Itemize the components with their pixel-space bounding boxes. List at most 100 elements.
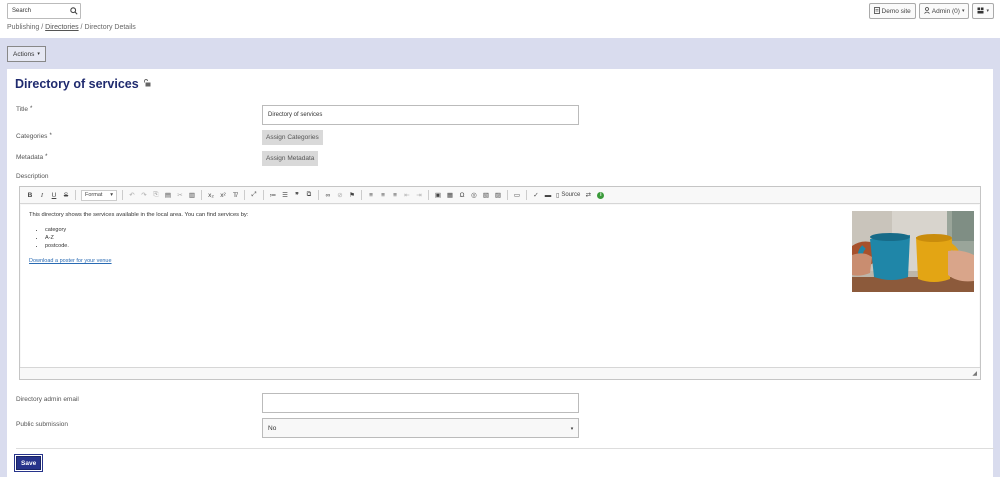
metadata-label: Metadata *: [16, 154, 47, 161]
subscript-icon[interactable]: x₂: [205, 189, 217, 202]
admin-menu-button[interactable]: Admin (0) ▾: [918, 3, 970, 19]
chevron-down-icon: ▾: [961, 8, 965, 14]
copy-icon[interactable]: ⎘: [150, 189, 162, 202]
rich-text-editor: B I U S Format ▾ ↶ ↷ ⎘ ▤ ✂ ▥ x₂ x² T̸ ⤢ ≔…: [19, 186, 981, 380]
app-menu-button[interactable]: ▾: [972, 3, 994, 19]
iframe-icon[interactable]: ◎: [468, 189, 480, 202]
source-button[interactable]: ▯ Source: [554, 189, 582, 202]
chevron-down-icon: ▾: [110, 192, 113, 198]
page-title: Directory of services: [15, 77, 151, 91]
lock-icon: [143, 79, 151, 89]
link-icon[interactable]: ∞: [322, 189, 334, 202]
align-right-icon[interactable]: ≡: [389, 189, 401, 202]
table-icon[interactable]: ▦: [444, 189, 456, 202]
save-button[interactable]: Save: [13, 454, 44, 472]
form-icon[interactable]: ▨: [492, 189, 504, 202]
demo-site-label: Demo site: [881, 7, 911, 15]
paste-text-icon[interactable]: ▥: [186, 189, 198, 202]
description-label: Description: [16, 173, 49, 180]
redo-icon[interactable]: ↷: [138, 189, 150, 202]
outdent-icon[interactable]: ⇤: [401, 189, 413, 202]
actions-button[interactable]: Actions ▾: [7, 46, 46, 62]
toolbar-separator: [361, 190, 362, 200]
demo-site-button[interactable]: Demo site: [868, 3, 916, 19]
title-label-text: Title: [16, 106, 29, 113]
align-left-icon[interactable]: ≡: [365, 189, 377, 202]
indent-icon[interactable]: ⇥: [413, 189, 425, 202]
paste-icon[interactable]: ▤: [162, 189, 174, 202]
align-center-icon[interactable]: ≡: [377, 189, 389, 202]
form-divider: [16, 448, 994, 449]
anchor-flag-icon[interactable]: ⚑: [346, 189, 358, 202]
source-label: Source: [561, 192, 581, 198]
bulleted-list-icon[interactable]: ☰: [279, 189, 291, 202]
toolbar-separator: [428, 190, 429, 200]
toolbar-separator: [122, 190, 123, 200]
admin-label: Admin (0): [931, 7, 960, 15]
categories-label: Categories *: [16, 133, 52, 140]
find-replace-icon[interactable]: ⇄: [582, 189, 594, 202]
horizontal-line-icon[interactable]: ▭: [511, 189, 523, 202]
blockquote-icon[interactable]: ❞: [291, 189, 303, 202]
maximize-icon[interactable]: ⤢: [248, 189, 260, 202]
chevron-down-icon: ▾: [986, 8, 989, 14]
document-icon: [873, 6, 880, 16]
strikethrough-button[interactable]: S: [60, 189, 72, 202]
search-icon[interactable]: [68, 4, 80, 18]
template-icon[interactable]: ▧: [480, 189, 492, 202]
title-input[interactable]: Directory of services: [262, 105, 579, 125]
title-label: Title *: [16, 106, 32, 113]
assign-categories-button[interactable]: Assign Categories: [262, 130, 323, 145]
unlink-icon[interactable]: ⊘: [334, 189, 346, 202]
toolbar-separator: [526, 190, 527, 200]
undo-icon[interactable]: ↶: [126, 189, 138, 202]
public-submission-value: No: [268, 424, 277, 432]
public-submission-select[interactable]: No ▾: [262, 418, 579, 438]
user-icon: [923, 6, 930, 16]
toolbar-separator: [75, 190, 76, 200]
required-marker: *: [49, 133, 52, 139]
search-box[interactable]: Search: [7, 3, 81, 19]
list-item: category: [45, 226, 69, 234]
editor-content-area[interactable]: This directory shows the services availa…: [21, 205, 979, 367]
list-item: A-Z: [45, 234, 69, 242]
editor-status-bar: ◢: [20, 367, 980, 379]
categories-label-text: Categories: [16, 133, 48, 140]
spellcheck-icon[interactable]: ✓: [530, 189, 542, 202]
editor-intro-text: This directory shows the services availa…: [29, 212, 249, 218]
toolbar-separator: [318, 190, 319, 200]
top-right-controls: Demo site Admin (0) ▾ ▾: [868, 3, 994, 19]
italic-button[interactable]: I: [36, 189, 48, 202]
breadcrumb-publishing: Publishing: [7, 24, 40, 31]
toolbar-separator: [263, 190, 264, 200]
info-icon[interactable]: i: [597, 191, 605, 199]
assign-metadata-button[interactable]: Assign Metadata: [262, 151, 319, 166]
directory-form-panel: Directory of services Title * Directory o…: [7, 69, 994, 477]
source-file-icon: ▯: [556, 192, 560, 199]
search-input[interactable]: Search: [8, 8, 68, 14]
remove-format-icon[interactable]: T̸: [229, 189, 241, 202]
special-char-icon[interactable]: Ω: [456, 189, 468, 202]
resize-handle-icon[interactable]: ◢: [972, 370, 977, 377]
cups-image: [852, 211, 974, 292]
breadcrumb-directories-link[interactable]: Directories: [45, 24, 78, 31]
underline-button[interactable]: U: [48, 189, 60, 202]
toolbar-separator: [507, 190, 508, 200]
numbered-list-icon[interactable]: ≔: [267, 189, 279, 202]
image-icon[interactable]: ▣: [432, 189, 444, 202]
superscript-icon[interactable]: x²: [217, 189, 229, 202]
poster-download-link[interactable]: Download a poster for your venue: [29, 258, 112, 264]
actions-label: Actions: [13, 50, 35, 58]
cut-icon[interactable]: ✂: [174, 189, 186, 202]
bold-button[interactable]: B: [24, 189, 36, 202]
admin-email-input[interactable]: [262, 393, 579, 413]
top-bar: Search Publishing / Directories / Direct…: [0, 0, 1000, 38]
format-label: Format: [85, 192, 103, 198]
grid-icon: [977, 7, 984, 16]
editor-toolbar: B I U S Format ▾ ↶ ↷ ⎘ ▤ ✂ ▥ x₂ x² T̸ ⤢ ≔…: [20, 187, 980, 204]
div-container-icon[interactable]: ⧉: [303, 189, 315, 202]
chevron-down-icon: ▾: [37, 51, 40, 57]
required-marker: *: [45, 154, 48, 160]
format-dropdown[interactable]: Format ▾: [81, 189, 117, 201]
preview-icon[interactable]: ▬: [542, 189, 554, 202]
